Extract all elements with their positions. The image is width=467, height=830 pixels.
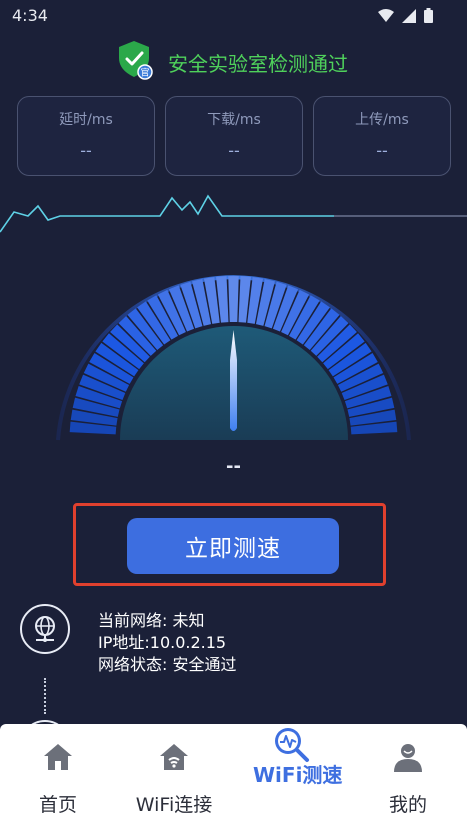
speed-graph [0, 194, 467, 233]
speed-graph-line [0, 194, 334, 233]
ip-address-text: IP地址:10.0.2.15 [98, 633, 227, 652]
status-bar: 4:34 [0, 0, 467, 34]
nav-home-label: 首页 [38, 794, 77, 816]
wifi-house-icon [160, 744, 188, 770]
security-status-text: 安全实验室检测通过 [168, 52, 348, 76]
upload-value: -- [376, 141, 388, 160]
current-network-text: 当前网络: 未知 [98, 611, 205, 630]
gauge-tick [228, 276, 239, 323]
home-icon [44, 744, 72, 770]
download-label: 下载/ms [207, 112, 261, 128]
network-globe-icon [20, 604, 70, 654]
download-card: 下载/ms -- [165, 96, 303, 176]
speed-search-icon [275, 728, 309, 762]
shield-icon: 官 [117, 40, 155, 80]
upload-card: 上传/ms -- [313, 96, 451, 176]
user-icon [394, 744, 422, 772]
network-state-text: 网络状态: 安全通过 [98, 655, 237, 674]
nav-wifi-connect-label: WiFi连接 [135, 794, 213, 816]
nav-home[interactable]: 首页 [0, 724, 116, 830]
nav-wifi-speed[interactable]: WiFi测速 [233, 724, 349, 830]
download-value: -- [228, 141, 240, 160]
wifi-signal-icon [378, 8, 394, 22]
status-icons [378, 8, 433, 23]
nav-profile-label: 我的 [388, 794, 427, 816]
nav-wifi-speed-label: WiFi测速 [253, 763, 343, 787]
bottom-navigation: 首页 WiFi连接 WiFi测速 我的 [0, 724, 467, 830]
cell-signal-icon [402, 8, 416, 23]
status-time: 4:34 [12, 6, 48, 25]
battery-icon [424, 8, 433, 23]
security-banner: 官 安全实验室检测通过 [0, 40, 467, 82]
gauge-reading: -- [226, 456, 241, 477]
upload-label: 上传/ms [355, 112, 409, 128]
timeline-connector [44, 678, 46, 714]
speed-gauge [56, 275, 411, 441]
start-speed-test-button[interactable]: 立即测速 [127, 518, 339, 574]
nav-profile[interactable]: 我的 [350, 724, 466, 830]
shield-badge: 官 [140, 67, 149, 79]
network-info: 当前网络: 未知 IP地址:10.0.2.15 网络状态: 安全通过 [98, 610, 236, 676]
nav-wifi-connect[interactable]: WiFi连接 [116, 724, 232, 830]
latency-value: -- [80, 141, 92, 160]
latency-card: 延时/ms -- [17, 96, 155, 176]
latency-label: 延时/ms [59, 112, 113, 128]
